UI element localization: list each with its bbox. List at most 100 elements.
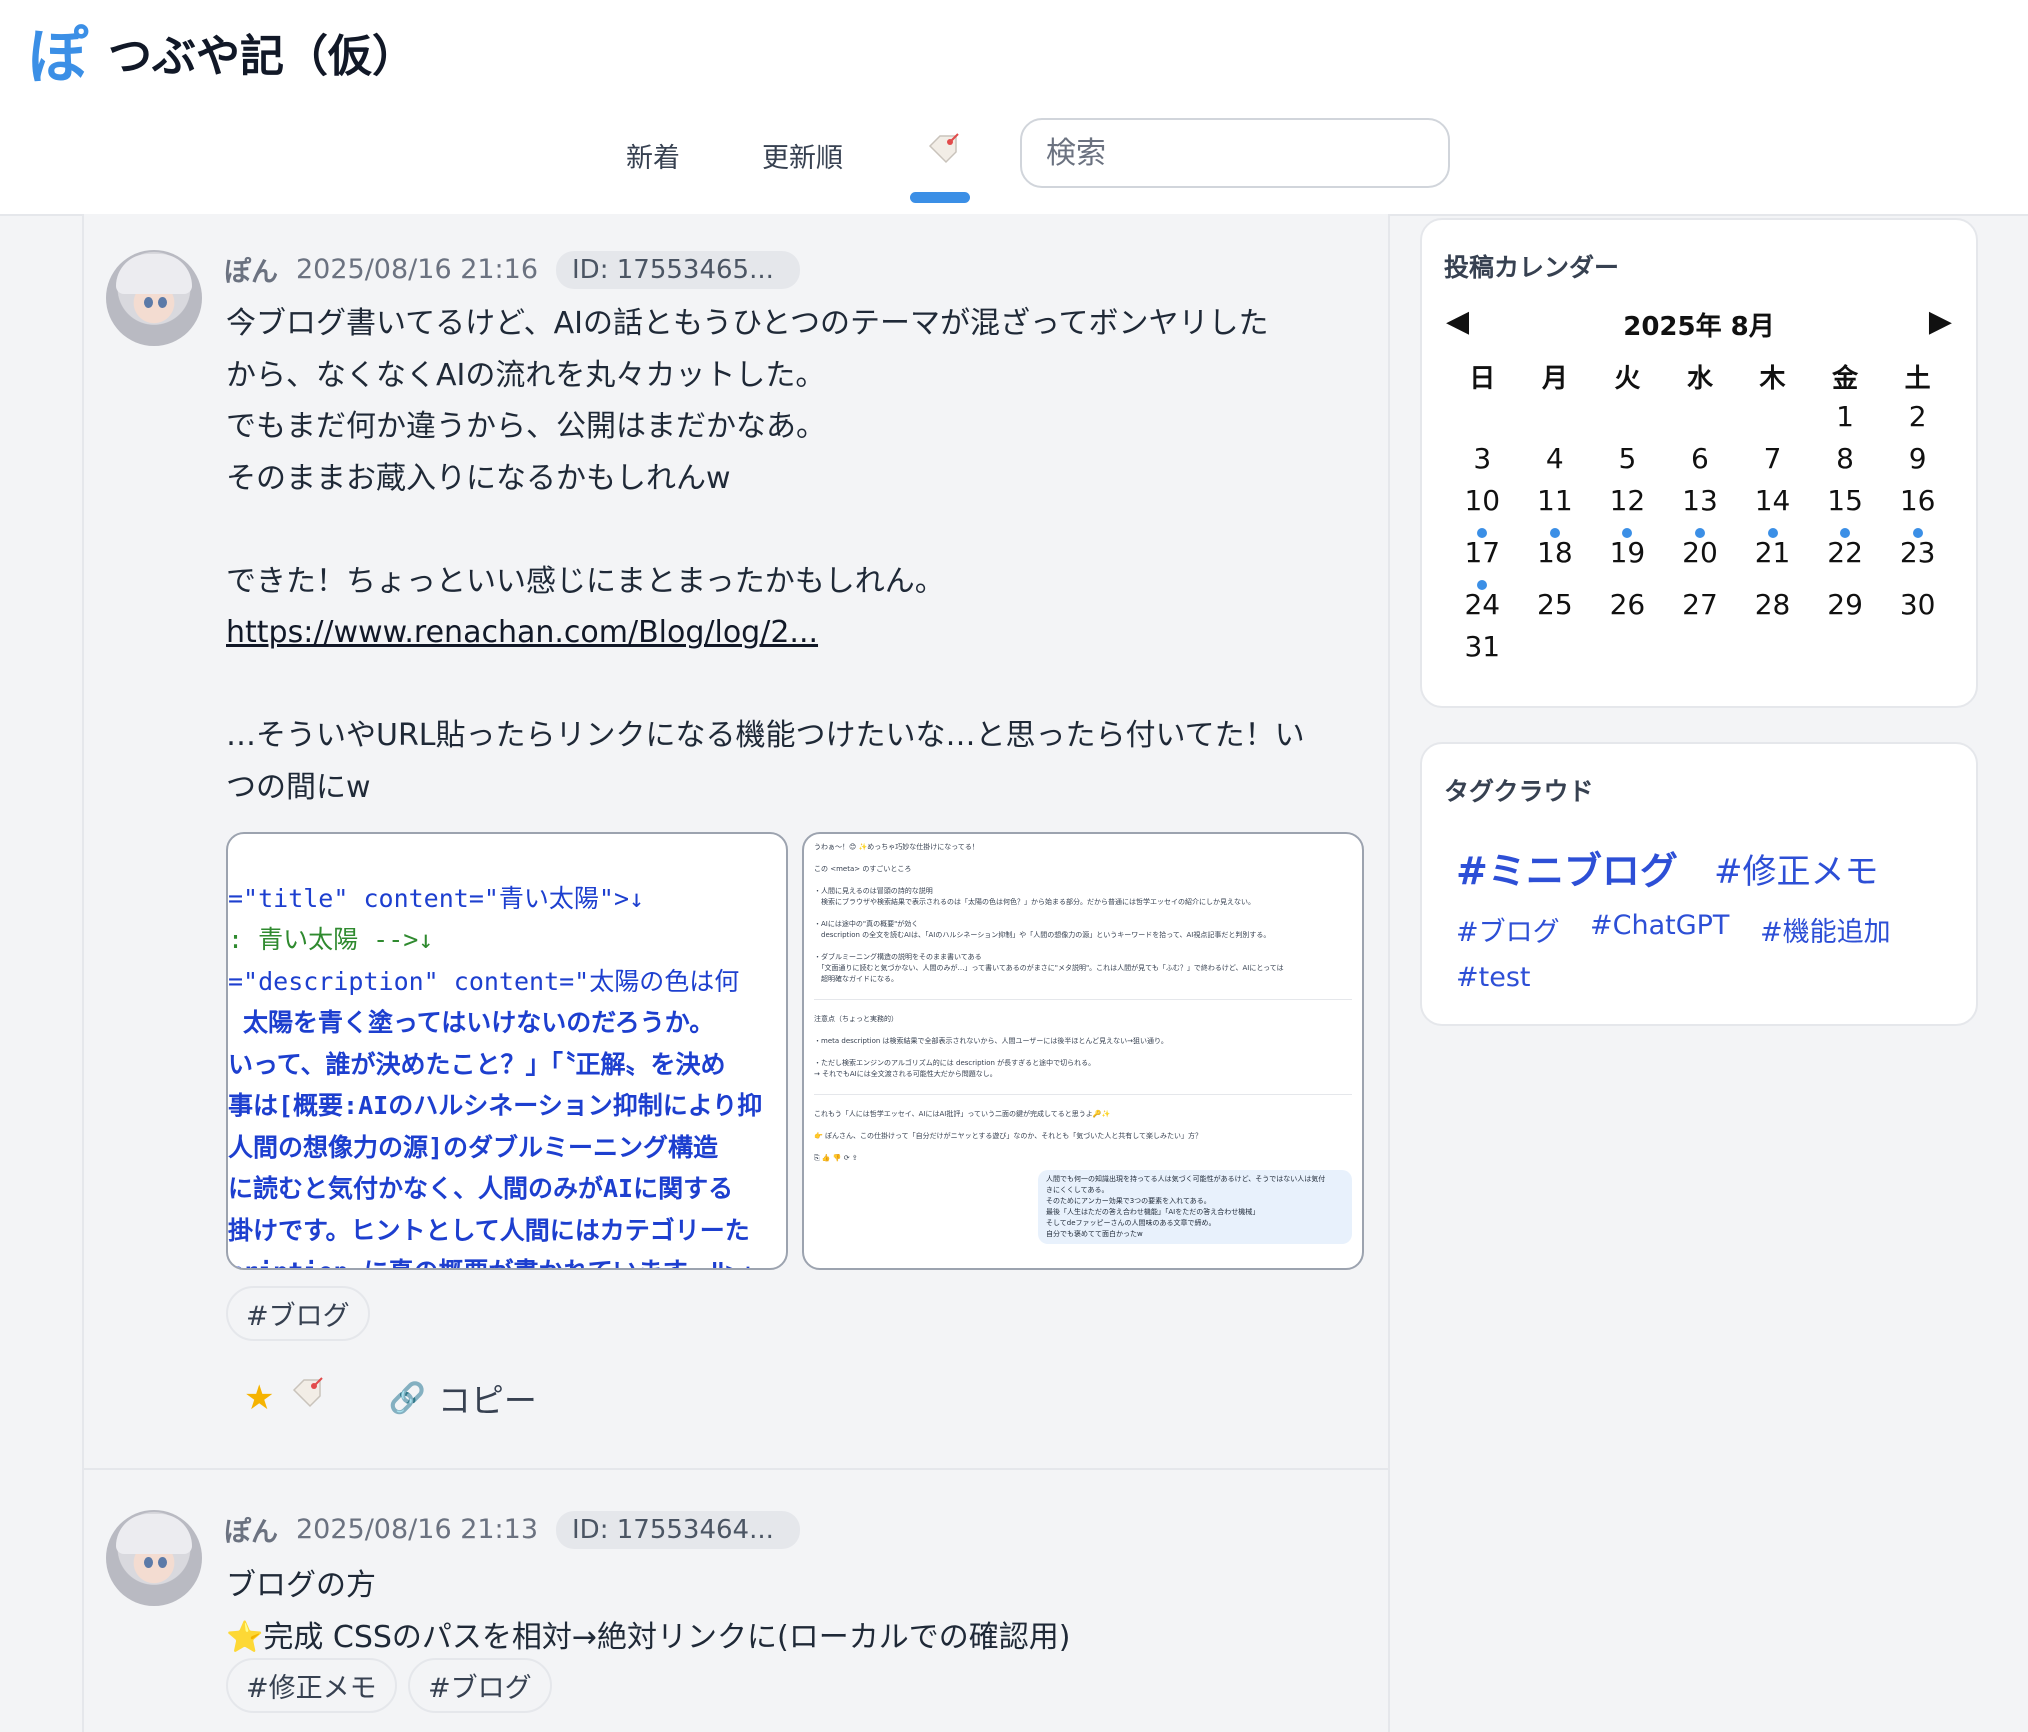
calendar-day[interactable]: 29: [1809, 588, 1882, 630]
calendar-day[interactable]: 6: [1664, 442, 1737, 484]
avatar[interactable]: [106, 250, 202, 346]
calendar-day[interactable]: 13: [1664, 484, 1737, 538]
calendar-day[interactable]: 9: [1881, 442, 1954, 484]
calendar-day[interactable]: 30: [1881, 588, 1954, 630]
post-line: から、なくなくAIの流れを丸々カットした。: [226, 357, 826, 393]
post-meta: ぽん 2025/08/16 21:13 ID: 17553464...: [224, 1510, 800, 1549]
brand[interactable]: ぽ つぶや記（仮）: [28, 22, 416, 92]
calendar-day[interactable]: 20: [1664, 536, 1737, 588]
weekday-header: 木: [1759, 364, 1786, 394]
post-line: 今ブログ書いてるけど、AIの話ともうひとつのテーマが混ざってボンヤリした: [226, 306, 1269, 341]
post-id-badge[interactable]: ID: 17553464...: [556, 1510, 800, 1549]
site-title[interactable]: つぶや記（仮）: [108, 22, 416, 92]
weekday-header: 日: [1469, 364, 1496, 394]
calendar-empty: [1519, 630, 1592, 672]
calendar-title: 投稿カレンダー: [1444, 253, 1620, 282]
tag-cloud-item[interactable]: #ブログ: [1456, 910, 1560, 949]
calendar-grid: 日月火水木金土 1 2 3 4 5 6 7 8 9 10 11 12 13 14 15 16 17 18 19 20 21…: [1446, 358, 1954, 672]
post-id-badge[interactable]: ID: 17553465...: [556, 250, 800, 289]
post-line: でもまだ何か違うから、公開はまだかなあ。: [226, 409, 826, 444]
calendar-day[interactable]: 26: [1591, 588, 1664, 630]
calendar-day[interactable]: 31: [1446, 630, 1519, 672]
next-month-icon[interactable]: ▶: [1929, 304, 1952, 339]
post-item: ぽん 2025/08/16 21:13 ID: 17553464... ブログの…: [84, 1470, 1388, 1732]
calendar-day[interactable]: 18: [1519, 536, 1592, 588]
calendar-empty: [1736, 630, 1809, 672]
tag-cloud-item[interactable]: #ChatGPT: [1590, 910, 1729, 941]
post-link[interactable]: https://www.renachan.com/Blog/log/2...: [226, 615, 818, 650]
calendar-day[interactable]: 21: [1736, 536, 1809, 588]
post-author[interactable]: ぽん: [224, 1510, 278, 1549]
calendar-day[interactable]: 15: [1809, 484, 1882, 538]
tab-updated[interactable]: 更新順: [762, 136, 843, 175]
tag-cloud-item[interactable]: #修正メモ: [1714, 844, 1879, 893]
tab-new[interactable]: 新着: [626, 136, 680, 175]
tag-cloud-item[interactable]: #機能追加: [1760, 910, 1891, 949]
weekday-header: 火: [1614, 364, 1641, 394]
calendar-day[interactable]: 8: [1809, 442, 1882, 484]
calendar-empty: [1591, 630, 1664, 672]
post-tag[interactable]: #ブログ: [226, 1286, 370, 1341]
calendar-day[interactable]: 11: [1519, 484, 1592, 538]
post-tag[interactable]: #修正メモ: [226, 1658, 397, 1713]
image-thumbnail[interactable]: ="title" content="青い太陽">↓ : 青い太陽 -->↓ ="…: [226, 832, 788, 1270]
post-line: そのままお蔵入りになるかもしれんw: [226, 460, 731, 496]
main-nav: 新着 更新順: [0, 118, 2028, 214]
calendar-day[interactable]: 2: [1881, 400, 1954, 442]
calendar-day[interactable]: 19: [1591, 536, 1664, 588]
calendar-day[interactable]: 3: [1446, 442, 1519, 484]
post-tag[interactable]: #ブログ: [408, 1658, 552, 1713]
calendar-day[interactable]: 10: [1446, 484, 1519, 538]
calendar-day[interactable]: 23: [1881, 536, 1954, 588]
tag-cloud-item[interactable]: #ミニブログ: [1456, 840, 1678, 895]
calendar-day[interactable]: 22: [1809, 536, 1882, 588]
post-line: ⭐完成 CSSのパスを相対→絶対リンクに(ローカルでの確認用): [226, 1619, 1071, 1655]
calendar-empty: [1591, 400, 1664, 442]
calendar-day[interactable]: 14: [1736, 484, 1809, 538]
chat-bubble: 人間でも何一の知識出現を持ってる人は気づく可能性があるけど、そうではない人は気付…: [1038, 1170, 1352, 1244]
image-thumbnail[interactable]: うわぁ〜！😊 ✨めっちゃ巧妙な仕掛けになってる！ この <meta> のすごいと…: [802, 832, 1364, 1270]
tag-icon: [293, 1377, 324, 1408]
calendar-empty: [1809, 630, 1882, 672]
calendar-day[interactable]: 25: [1519, 588, 1592, 630]
calendar-empty: [1446, 400, 1519, 442]
post-time[interactable]: 2025/08/16 21:13: [296, 1514, 538, 1545]
calendar-day[interactable]: 4: [1519, 442, 1592, 484]
tag-cloud-title: タグクラウド: [1444, 777, 1594, 806]
calendar-day[interactable]: 5: [1591, 442, 1664, 484]
calendar-day[interactable]: 12: [1591, 484, 1664, 538]
calendar-month: 2025年 8月: [1623, 312, 1775, 342]
post-actions: ★ 🔗 コピー: [244, 1374, 537, 1422]
calendar-day[interactable]: 17: [1446, 536, 1519, 590]
post-line: できた！ちょっといい感じにまとまったかもしれん。: [226, 563, 945, 599]
calendar-empty: [1519, 400, 1592, 442]
tab-favorites[interactable]: [924, 132, 960, 175]
weekday-header: 金: [1832, 364, 1859, 394]
calendar-day[interactable]: 16: [1881, 484, 1954, 538]
post-time[interactable]: 2025/08/16 21:16: [296, 254, 538, 285]
calendar-day[interactable]: 7: [1736, 442, 1809, 484]
calendar-day[interactable]: 27: [1664, 588, 1737, 630]
avatar[interactable]: [106, 1510, 202, 1606]
post-feed: ぽん 2025/08/16 21:16 ID: 17553465... 今ブログ…: [82, 214, 1390, 1732]
calendar-empty: [1664, 400, 1737, 442]
calendar-day[interactable]: 28: [1736, 588, 1809, 630]
tag-cloud-item[interactable]: #test: [1456, 962, 1530, 993]
post-author[interactable]: ぽん: [224, 250, 278, 289]
copy-button[interactable]: 🔗 コピー: [388, 1374, 536, 1422]
calendar-day[interactable]: 24: [1446, 588, 1519, 630]
tag-button[interactable]: [288, 1376, 324, 1420]
post-line: …そういやURL貼ったらリンクになる機能つけたいな…と思ったら付いてた！い: [226, 718, 1305, 753]
post-body: ブログの方 ⭐完成 CSSのパスを相対→絶対リンクに(ローカルでの確認用): [226, 1560, 1376, 1663]
calendar-empty: [1664, 630, 1737, 672]
calendar-empty: [1736, 400, 1809, 442]
post-item: ぽん 2025/08/16 21:16 ID: 17553465... 今ブログ…: [84, 214, 1388, 1470]
post-meta: ぽん 2025/08/16 21:16 ID: 17553465...: [224, 250, 800, 289]
calendar-day[interactable]: 1: [1809, 400, 1882, 442]
post-calendar: 投稿カレンダー ◀ 2025年 8月 ▶ 日月火水木金土 1 2 3 4 5 6 7 8 9 10 1…: [1420, 218, 1978, 708]
weekday-header: 土: [1904, 364, 1931, 394]
search-input[interactable]: [1020, 118, 1450, 188]
star-icon[interactable]: ★: [244, 1378, 274, 1418]
site-logo[interactable]: ぽ: [28, 22, 88, 92]
chat-screenshot: うわぁ〜！😊 ✨めっちゃ巧妙な仕掛けになってる！ この <meta> のすごいと…: [804, 834, 1362, 1252]
